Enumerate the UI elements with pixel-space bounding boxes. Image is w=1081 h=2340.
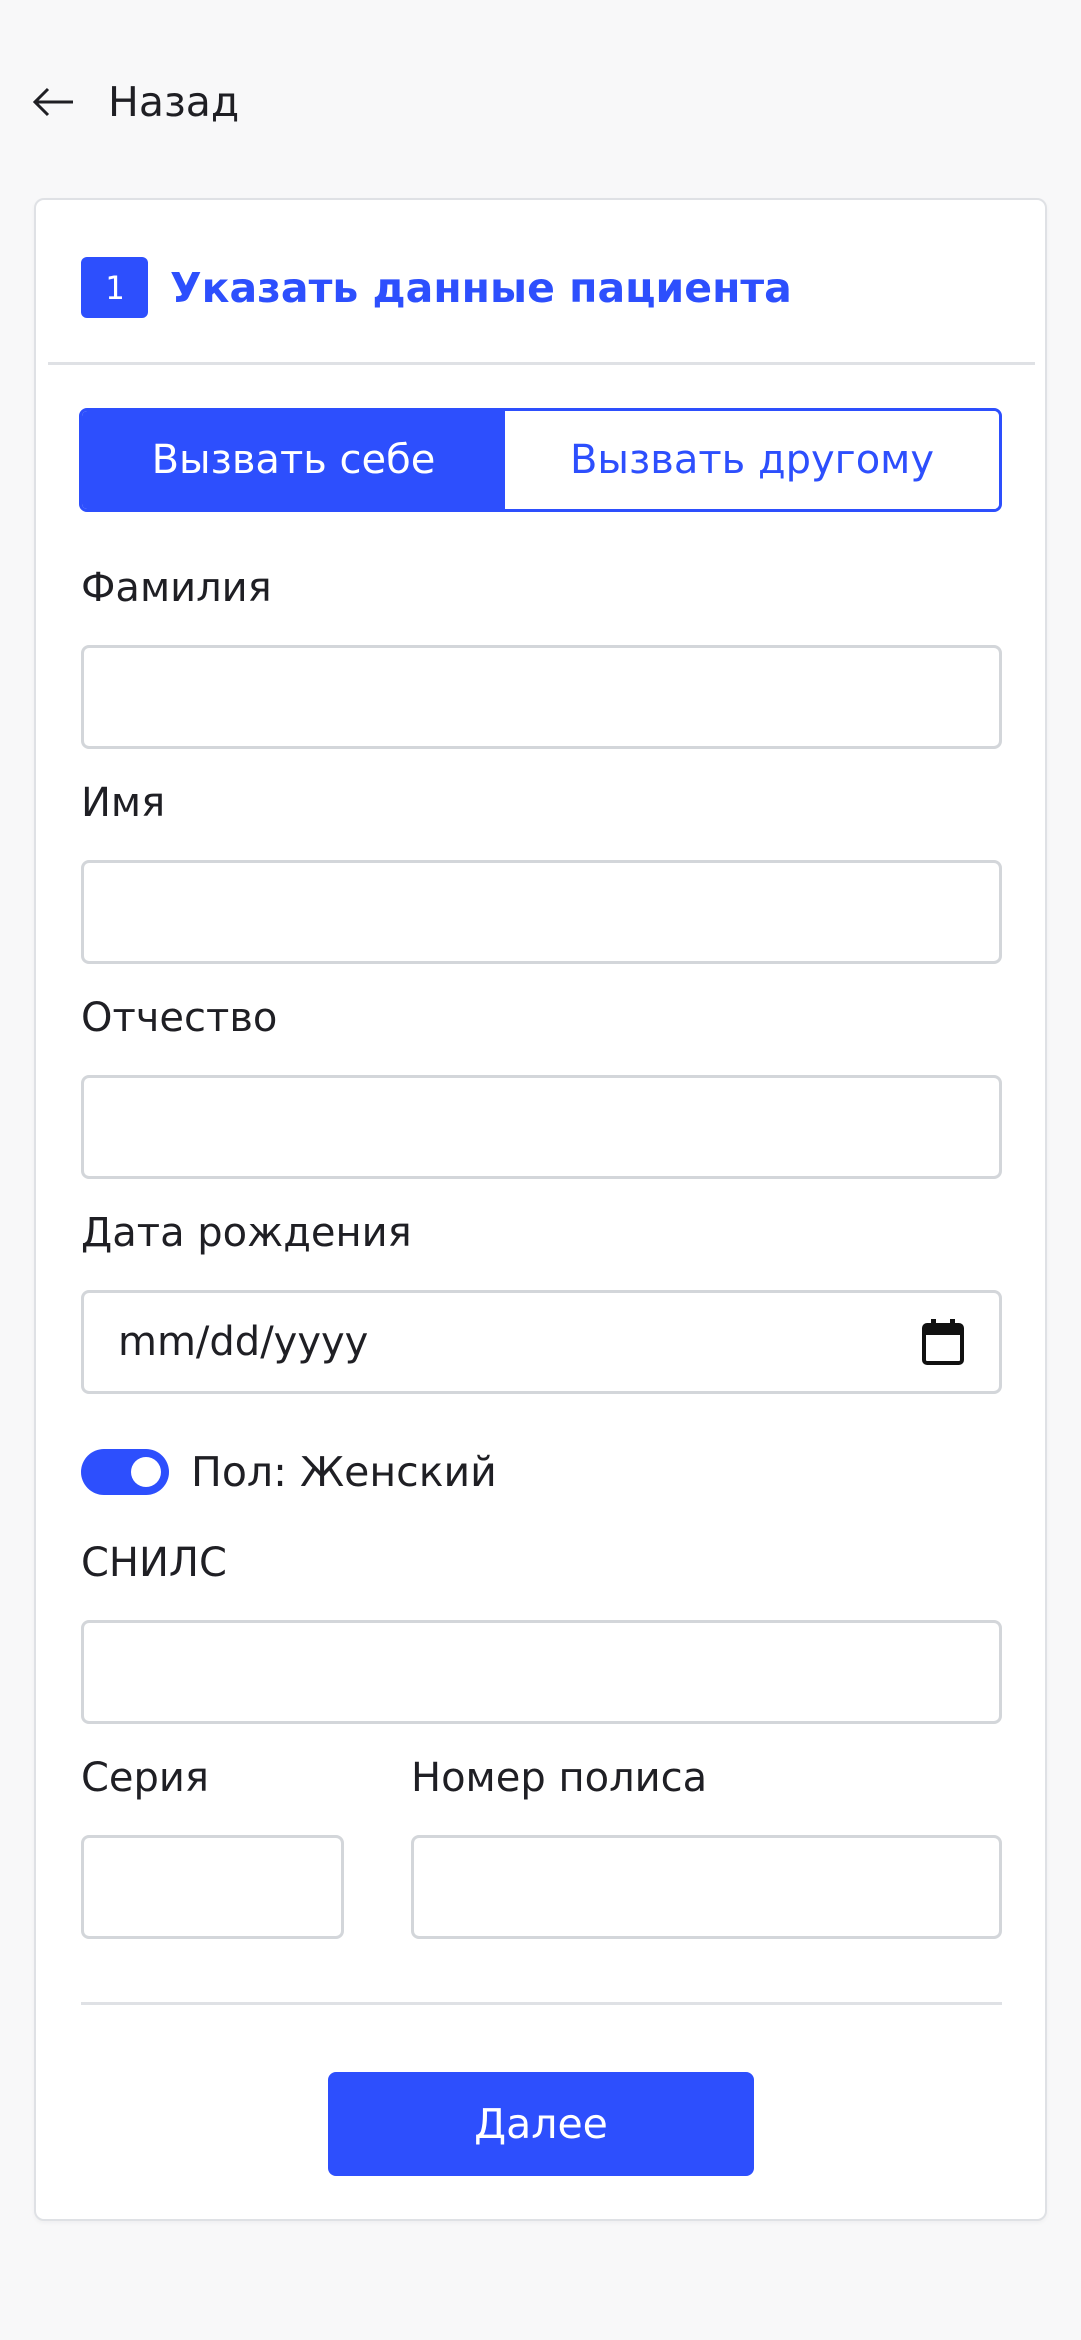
toggle-knob [131, 1457, 161, 1487]
back-label: Назад [108, 78, 240, 126]
policy-series-label: Серия [81, 1755, 209, 1801]
first-name-label: Имя [81, 780, 166, 826]
patronymic-label: Отчество [81, 995, 278, 1041]
patronymic-input[interactable] [81, 1075, 1002, 1179]
step-number-badge: 1 [81, 257, 148, 318]
gender-toggle[interactable] [81, 1449, 169, 1495]
calendar-icon[interactable] [921, 1318, 965, 1366]
birth-date-placeholder: mm/dd/yyyy [118, 1319, 369, 1365]
gender-label: Пол: Женский [191, 1448, 497, 1496]
back-button[interactable]: Назад [32, 72, 239, 132]
call-self-button[interactable]: Вызвать себе [82, 411, 505, 509]
arrow-left-icon [32, 86, 76, 118]
call-other-button[interactable]: Вызвать другому [505, 411, 999, 509]
next-button[interactable]: Далее [328, 2072, 754, 2176]
patient-form-card: 1 Указать данные пациента Вызвать себе В… [34, 198, 1047, 2221]
policy-number-label: Номер полиса [411, 1755, 708, 1801]
last-name-input[interactable] [81, 645, 1002, 749]
birth-date-label: Дата рождения [81, 1210, 412, 1256]
snils-input[interactable] [81, 1620, 1002, 1724]
header-divider [48, 362, 1035, 365]
birth-date-input[interactable]: mm/dd/yyyy [81, 1290, 1002, 1394]
call-mode-switch: Вызвать себе Вызвать другому [79, 408, 1002, 512]
snils-label: СНИЛС [81, 1540, 227, 1586]
last-name-label: Фамилия [81, 565, 272, 611]
policy-series-input[interactable] [81, 1835, 344, 1939]
policy-number-input[interactable] [411, 1835, 1002, 1939]
gender-toggle-row: Пол: Женский [81, 1446, 497, 1498]
footer-divider [81, 2002, 1002, 2005]
step-header: 1 Указать данные пациента [81, 257, 792, 318]
first-name-input[interactable] [81, 860, 1002, 964]
step-title: Указать данные пациента [170, 263, 792, 312]
